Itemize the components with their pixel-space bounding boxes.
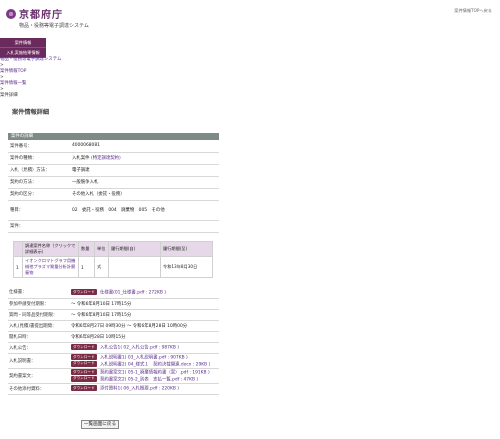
info-label: 入札（見積）方法： (8, 164, 70, 177)
item-detail-link[interactable]: イオンクロマトグラフ用機械他プラズマ質量分析計廃棄物 (25, 258, 75, 275)
kyoto-logo-icon (6, 8, 16, 19)
detail-row: 参加申請受付期限： ～ 令和6年8月10日 17時15分 (8, 298, 219, 310)
info-row: 入札（見積）方法： 電子調達 (8, 164, 219, 177)
cell-name: イオンクロマトグラフ用機械他プラズマ質量分析計廃棄物 (22, 256, 79, 278)
download-badge: ダウンロード (71, 375, 97, 382)
file-link-keiyaku-1[interactable]: 契約書案文1( 05-1_廃棄情報約書（案）.pdf : 191KB ) (100, 371, 210, 376)
detail-label: 参加申請受付期限： (8, 298, 70, 310)
download-badge: ダウンロード (71, 289, 97, 295)
cell-unit: 式 (94, 256, 109, 278)
system-name: 物品・役務等電子調達システム (19, 23, 89, 29)
file-link-shiyosho[interactable]: 仕様書(01_仕様書.pdf : 272KB ) (100, 291, 166, 296)
detail-value: ダウンロード 契約書案文1( 05-1_廃棄情報約書（案）.pdf : 191K… (70, 368, 219, 384)
info-table: 案件番号： 4000068081 案件の種類： 入札案件 (特定調達契約) 入札… (8, 140, 219, 233)
detail-value: 令和6年8月28日 10時15分 (70, 331, 219, 343)
info-row: 案件番号： 4000068081 (8, 140, 219, 153)
info-value (70, 220, 219, 233)
cell-qty: 1 (78, 256, 95, 278)
menu-item-anken[interactable]: 案件情報 (0, 38, 46, 48)
download-badge: ダウンロード (71, 344, 97, 351)
detail-row: 質問・同等品受付期限： ～ 令和6年8月10日 17時15分 (8, 309, 219, 321)
detail-label: その他添付資料： (8, 383, 70, 395)
info-value: その他入札（委託・役務） (70, 188, 219, 201)
detail-value: ダウンロード 添付資料1( 06_入札概要.pdf : 220KB ) (70, 383, 219, 395)
breadcrumb-system[interactable]: 物品・役務等電子調達システム (0, 57, 61, 62)
detail-row: 入札説明書： ダウンロード 入札説明書1( 03_入札説明書.pdf : 907… (8, 353, 219, 369)
side-menu: 案件情報 入札実施結果情報 (0, 38, 46, 58)
detail-label: 入札公告： (8, 342, 70, 354)
back-to-list-button[interactable]: 一覧画面に戻る (81, 420, 119, 429)
info-row: 契約の方法： 一般競争入札 (8, 176, 219, 189)
info-label: 契約の方法： (8, 176, 70, 189)
site-header: 京都府庁 物品・役務等電子調達システム (6, 6, 89, 29)
detail-row: 仕様書： ダウンロード 仕様書(01_仕様書.pdf : 272KB ) (8, 287, 219, 299)
detail-label: 質問・同等品受付期限： (8, 309, 70, 321)
detail-label: 入札説明書： (8, 353, 70, 369)
info-row: 案件の種類： 入札案件 (特定調達契約) (8, 152, 219, 165)
info-value: 電子調達 (70, 164, 219, 177)
info-row: 種目： 02 委託・役務 004 廃棄物 005 その他 (8, 200, 219, 221)
info-label: 種目： (8, 200, 70, 221)
detail-value: ダウンロード 入札説明書1( 03_入札説明書.pdf : 907KB ) ダウ… (70, 353, 219, 369)
table-row: 1 イオンクロマトグラフ用機械他プラズマ質量分析計廃棄物 1 式 令和13年8月… (13, 256, 213, 278)
detail-row: 開札日時： 令和6年8月28日 10時15分 (8, 331, 219, 343)
breadcrumb-top[interactable]: 案件情報TOP (0, 69, 26, 74)
case-type: 入札案件 (72, 156, 90, 161)
cell-no: 1 (13, 256, 23, 278)
info-row: 契約の区分： その他入札（委託・役務） (8, 188, 219, 201)
col-header: 数量 (78, 241, 95, 257)
info-row: 案件： (8, 220, 219, 233)
detail-value: ～ 令和6年8月10日 17時15分 (70, 298, 219, 310)
col-header: 単位 (94, 241, 109, 257)
breadcrumb: 物品・役務等電子調達システム > 案件情報TOP > 案件情報一覧 > 案件詳細 (0, 57, 61, 99)
download-badge: ダウンロード (71, 360, 97, 367)
detail-value: ダウンロード 入札公告1( 02_入札公告.pdf : 987KB ) (70, 342, 219, 354)
col-header: 履行期間(自) (108, 241, 161, 257)
detail-row: 契約書案文： ダウンロード 契約書案文1( 05-1_廃棄情報約書（案）.pdf… (8, 368, 219, 384)
detail-row: その他添付資料： ダウンロード 添付資料1( 06_入札概要.pdf : 220… (8, 383, 219, 395)
info-label: 案件： (8, 220, 70, 233)
file-link-koukoku[interactable]: 入札公告1( 02_入札公告.pdf : 987KB ) (100, 346, 179, 351)
file-link-sonota[interactable]: 添付資料1( 06_入札概要.pdf : 220KB ) (100, 387, 179, 392)
items-header-row: 調達案件名称（クリックで詳細表示） 数量 単位 履行期間(自) 履行期間(至) (13, 241, 213, 257)
col-header: 調達案件名称（クリックで詳細表示） (22, 241, 79, 257)
file-link-setsumei-2[interactable]: 入札説明書2( 04_様式１ 契約決裁関連.docx : 29KB ) (100, 362, 210, 367)
case-type-extra[interactable]: (特定調達契約) (91, 156, 121, 161)
breadcrumb-current: 案件詳細 (0, 93, 18, 98)
detail-row: 入札公告： ダウンロード 入札公告1( 02_入札公告.pdf : 987KB … (8, 342, 219, 354)
detail-label: 仕様書： (8, 287, 70, 299)
info-value: 一般競争入札 (70, 176, 219, 189)
detail-value: ～ 令和6年8月10日 17時15分 (70, 309, 219, 321)
col-header: 履行期間(至) (160, 241, 213, 257)
detail-label: 契約書案文： (8, 368, 70, 384)
download-badge: ダウンロード (71, 354, 97, 360)
top-link[interactable]: 案件情報TOPへ戻る (454, 8, 492, 14)
info-label: 案件番号： (8, 140, 70, 153)
section-header: 案件の詳細 (8, 133, 219, 140)
file-link-setsumei-1[interactable]: 入札説明書1( 03_入札説明書.pdf : 907KB ) (100, 356, 188, 361)
detail-table: 仕様書： ダウンロード 仕様書(01_仕様書.pdf : 272KB ) 参加申… (8, 287, 219, 395)
page-title: 案件情報詳細 (12, 109, 50, 116)
detail-value: ダウンロード 仕様書(01_仕様書.pdf : 272KB ) (70, 287, 219, 299)
cell-to: 令和13年8月30日 (160, 256, 213, 278)
info-value: 入札案件 (特定調達契約) (70, 152, 219, 165)
detail-label: 入札(見積)書提出期間： (8, 320, 70, 332)
col-header (13, 241, 23, 257)
info-label: 案件の種類： (8, 152, 70, 165)
info-value: 02 委託・役務 004 廃棄物 005 その他 (70, 200, 219, 221)
detail-row: 入札(見積)書提出期間： 令和6年8月27日 09時30分 ～ 令和6年8月28… (8, 320, 219, 332)
detail-label: 開札日時： (8, 331, 70, 343)
download-badge: ダウンロード (71, 369, 97, 375)
site-logo-text[interactable]: 京都府庁 (19, 6, 63, 21)
breadcrumb-list[interactable]: 案件情報一覧 (0, 81, 26, 86)
items-table: 調達案件名称（クリックで詳細表示） 数量 単位 履行期間(自) 履行期間(至) … (13, 241, 213, 278)
detail-value: 令和6年8月27日 09時30分 ～ 令和6年8月28日 10時00分 (70, 320, 219, 332)
file-link-keiyaku-2[interactable]: 契約書案文2( 05-2_別表 支払一覧.pdf : 47KB ) (100, 377, 198, 382)
info-label: 契約の区分： (8, 188, 70, 201)
download-badge: ダウンロード (71, 385, 97, 392)
cell-from (108, 256, 161, 278)
info-value: 4000068081 (70, 140, 219, 153)
